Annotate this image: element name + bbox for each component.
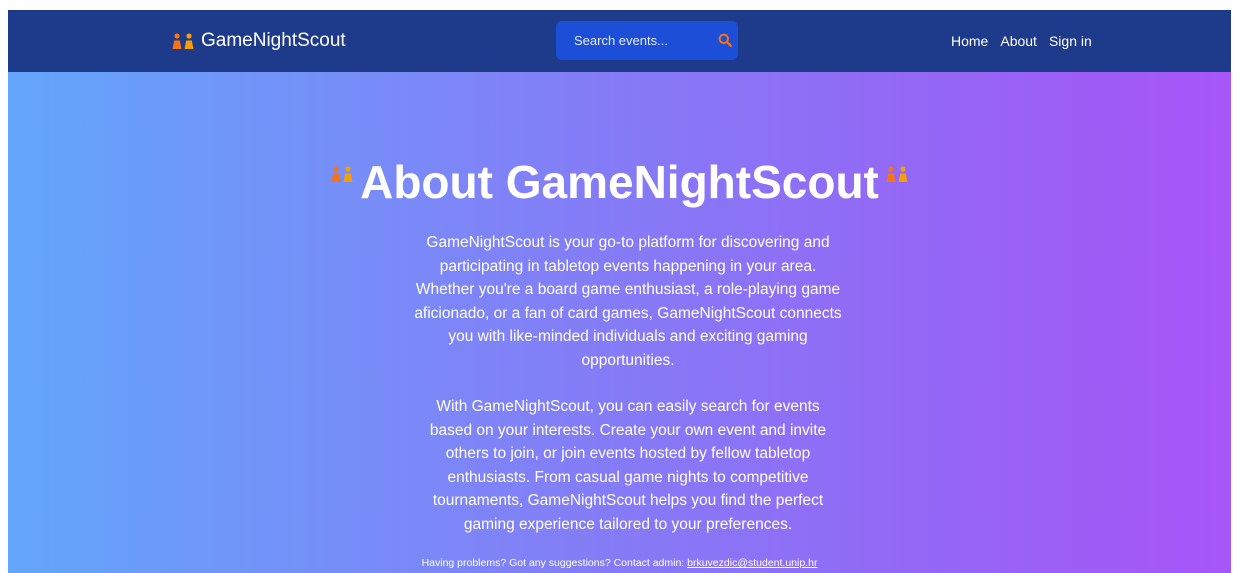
search-icon[interactable] <box>718 33 732 47</box>
brand-link[interactable]: GameNightScout <box>172 29 346 53</box>
nav-link-about[interactable]: About <box>1000 31 1037 51</box>
page-title: About GameNightScout <box>360 156 879 208</box>
nav-link-sign-in[interactable]: Sign in <box>1049 31 1092 51</box>
admin-email-link[interactable]: brkuvezdic@student.unip.hr <box>687 557 817 569</box>
title-row: About GameNightScout <box>8 153 1231 211</box>
nav-link-home[interactable]: Home <box>951 31 988 51</box>
meeple-pair-icon <box>331 166 353 182</box>
brand-name: GameNightScout <box>201 30 346 51</box>
about-paragraph-intro: GameNightScout is your go-to platform fo… <box>414 234 842 369</box>
navbar: GameNightScout Home About Sign in <box>8 10 1231 72</box>
search-input[interactable] <box>556 21 706 60</box>
about-paragraph-features: With GameNightScout, you can easily sear… <box>429 398 827 533</box>
meeple-pair-icon <box>886 166 908 182</box>
footer-contact-text: Having problems? Got any suggestions? Co… <box>421 557 688 569</box>
footer-contact: Having problems? Got any suggestions? Co… <box>8 556 1231 570</box>
meeple-pair-icon <box>172 33 194 49</box>
search-box <box>556 21 738 60</box>
nav-links: Home About Sign in <box>951 31 1092 51</box>
page-frame: GameNightScout Home About Sign in <box>8 10 1231 573</box>
